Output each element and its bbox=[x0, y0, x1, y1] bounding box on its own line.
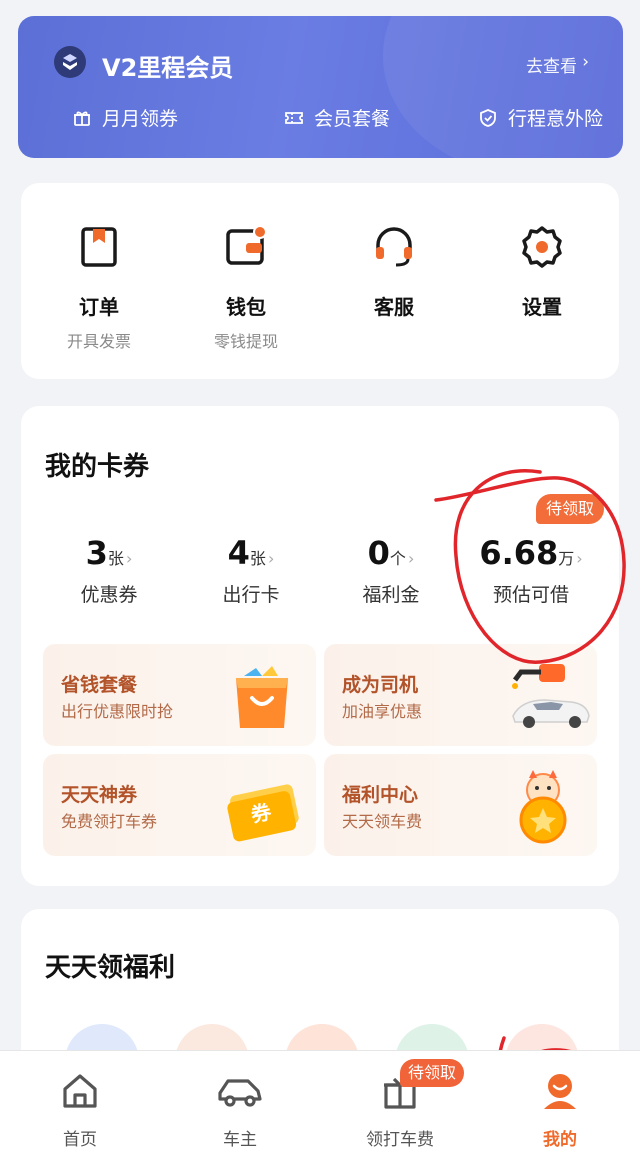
coin-mascot-icon bbox=[503, 768, 583, 844]
perk-member-package[interactable]: 会员套餐 bbox=[284, 104, 390, 131]
claim-pending-badge: 待领取 bbox=[400, 1059, 465, 1087]
stat-value: 6.68 bbox=[479, 534, 559, 572]
perk-monthly-coupons[interactable]: 月月领券 bbox=[72, 104, 178, 131]
perk-label: 会员套餐 bbox=[314, 108, 391, 130]
promo-title: 成为司机 bbox=[342, 674, 419, 696]
wallet-sub: 零钱提现 bbox=[213, 332, 278, 351]
bottom-tab-bar: 首页 车主 领打车费 待领取 我的 bbox=[0, 1050, 640, 1164]
settings-label: 设置 bbox=[522, 295, 562, 319]
stat-value: 3 bbox=[85, 534, 108, 572]
settings-button[interactable]: 设置 bbox=[467, 223, 617, 320]
promo-welfare-center[interactable]: 福利中心 天天领车费 bbox=[324, 754, 597, 856]
order-label: 订单 bbox=[79, 295, 119, 319]
welfare-fund-stat[interactable]: 0个 › 福利金 bbox=[321, 534, 461, 607]
tab-label: 首页 bbox=[63, 1130, 97, 1150]
pending-badge: 待领取 bbox=[536, 494, 605, 524]
gear-icon bbox=[518, 223, 566, 271]
order-icon bbox=[75, 223, 123, 271]
stat-value: 4 bbox=[227, 534, 250, 572]
promo-daily-coupons[interactable]: 天天神券 免费领打车券 券 bbox=[43, 754, 316, 856]
promo-title: 福利中心 bbox=[342, 784, 419, 806]
membership-title: V2里程会员 bbox=[102, 54, 234, 82]
car-fuel-icon bbox=[501, 658, 593, 734]
perk-trip-insurance[interactable]: 行程意外险 bbox=[478, 104, 603, 131]
stat-unit: 万 bbox=[558, 549, 575, 568]
customer-service-label: 客服 bbox=[374, 295, 414, 319]
chevron-right-icon: › bbox=[582, 52, 589, 72]
promo-sub: 出行优惠限时抢 bbox=[61, 702, 174, 721]
customer-service-button[interactable]: 客服 bbox=[319, 223, 469, 320]
promo-sub: 免费领打车券 bbox=[61, 812, 158, 831]
chevron-right-icon: › bbox=[576, 549, 583, 568]
car-icon bbox=[216, 1071, 264, 1111]
wallet-label: 钱包 bbox=[226, 295, 266, 319]
gift-icon bbox=[74, 110, 90, 126]
chevron-right-icon: › bbox=[267, 549, 275, 568]
shopping-bag-icon bbox=[222, 658, 302, 734]
coupon-stat[interactable]: 3张 › 优惠券 bbox=[39, 534, 179, 607]
section-title: 我的卡券 bbox=[45, 452, 150, 482]
promo-sub: 加油享优惠 bbox=[342, 702, 423, 721]
headset-icon bbox=[370, 223, 418, 271]
tab-car-owner[interactable]: 车主 bbox=[180, 1071, 300, 1150]
perk-label: 月月领券 bbox=[102, 108, 179, 130]
shield-icon bbox=[480, 108, 496, 127]
stat-unit: 个 bbox=[389, 549, 406, 568]
promo-become-driver[interactable]: 成为司机 加油享优惠 bbox=[324, 644, 597, 746]
stat-label: 预估可借 bbox=[492, 584, 569, 606]
chevron-right-icon: › bbox=[125, 549, 133, 568]
tab-home[interactable]: 首页 bbox=[20, 1071, 140, 1150]
promo-money-saver[interactable]: 省钱套餐 出行优惠限时抢 bbox=[43, 644, 316, 746]
stat-value: 0 bbox=[367, 534, 390, 572]
order-sub: 开具发票 bbox=[66, 332, 131, 351]
stat-unit: 张 bbox=[249, 549, 266, 568]
tab-label: 领打车费 bbox=[366, 1130, 434, 1150]
view-membership-link[interactable]: 去查看 bbox=[526, 52, 577, 77]
chevron-right-icon: › bbox=[407, 549, 415, 568]
home-icon bbox=[60, 1071, 100, 1111]
section-title: 天天领福利 bbox=[45, 953, 176, 983]
perk-label: 行程意外险 bbox=[508, 108, 604, 130]
tab-profile[interactable]: 我的 bbox=[500, 1071, 620, 1150]
membership-banner[interactable]: V2里程会员 去查看 › 月月领券 会员套餐 行程意外险 bbox=[18, 16, 623, 158]
promo-sub: 天天领车费 bbox=[342, 812, 423, 831]
promo-title: 省钱套餐 bbox=[61, 674, 138, 696]
stat-label: 福利金 bbox=[362, 584, 420, 606]
quick-actions-card: 订单 开具发票 钱包 零钱提现 客服 设置 bbox=[21, 183, 619, 379]
promo-title: 天天神券 bbox=[61, 784, 138, 806]
coupon-icon: 券 bbox=[222, 768, 302, 844]
stat-label: 出行卡 bbox=[222, 584, 280, 606]
stat-unit: 张 bbox=[107, 549, 124, 568]
estimated-loan-stat[interactable]: 6.68万 › 预估可借 bbox=[461, 534, 601, 607]
order-button[interactable]: 订单 开具发票 bbox=[24, 223, 174, 352]
tab-label: 我的 bbox=[543, 1130, 577, 1150]
travel-card-stat[interactable]: 4张 › 出行卡 bbox=[181, 534, 321, 607]
stat-label: 优惠券 bbox=[80, 584, 138, 606]
tab-label: 车主 bbox=[223, 1130, 257, 1150]
ticket-icon bbox=[285, 111, 303, 124]
wallet-icon bbox=[222, 223, 270, 271]
membership-logo-icon bbox=[54, 46, 86, 78]
my-coupons-card: 我的卡券 3张 › 优惠券 4张 › 出行卡 0个 › 福利金 6.68万 › 预估可借… bbox=[21, 406, 619, 886]
profile-icon bbox=[540, 1071, 580, 1111]
wallet-button[interactable]: 钱包 零钱提现 bbox=[171, 223, 321, 352]
